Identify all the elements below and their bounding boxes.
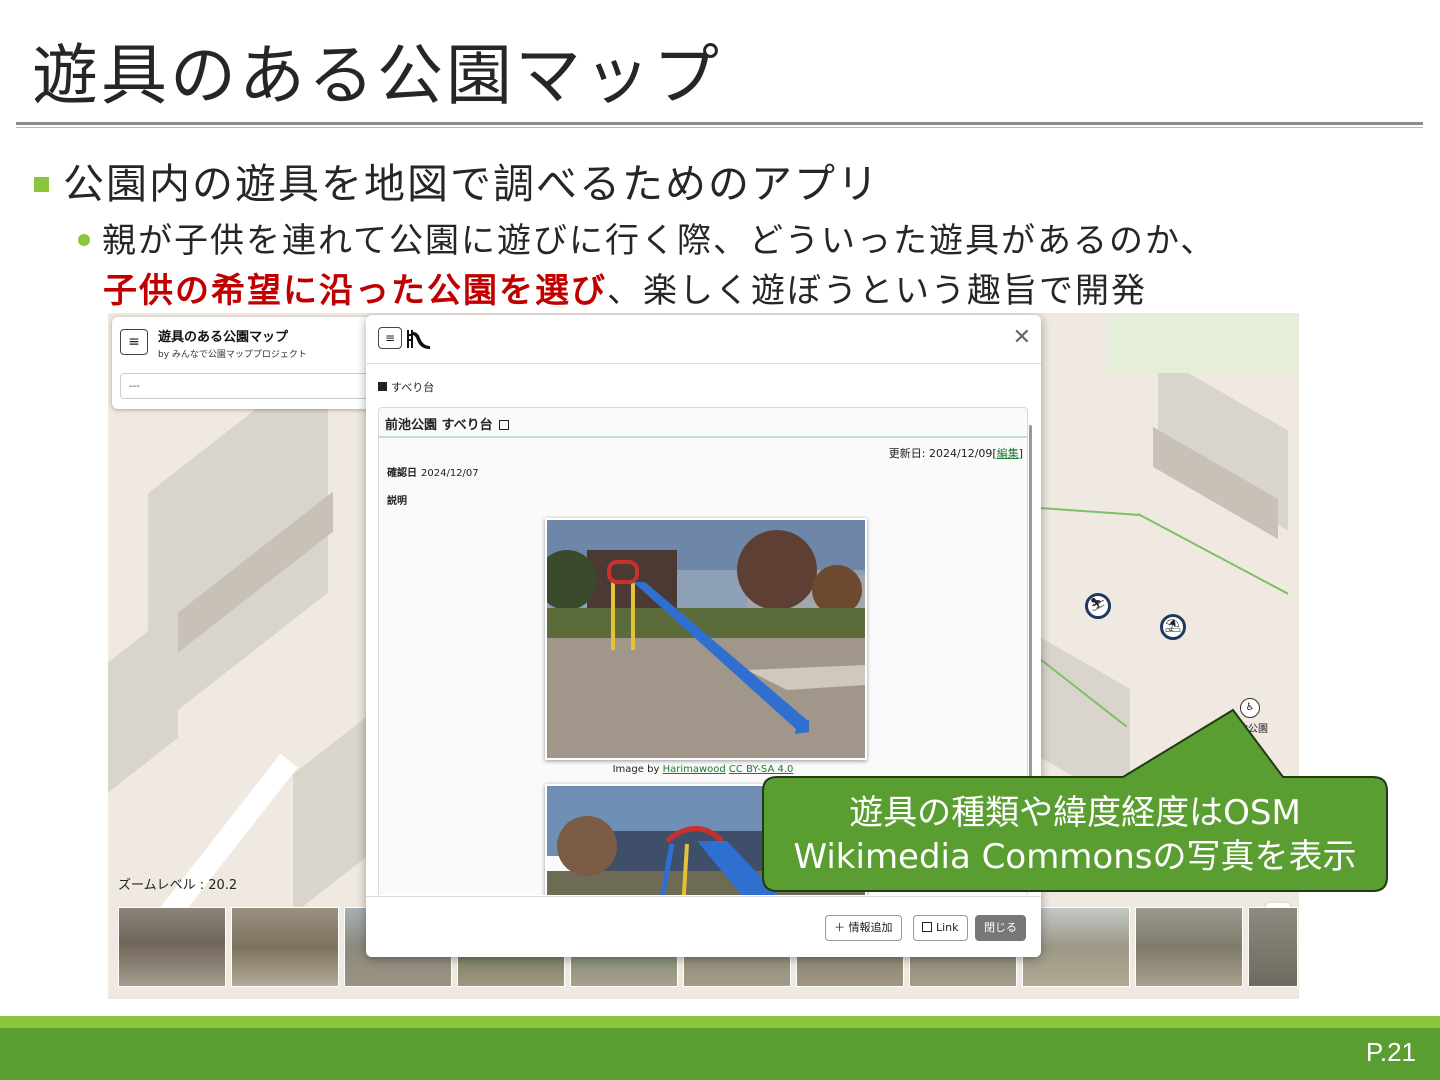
dot-bullet-icon [78, 234, 90, 246]
confirmed-value: 2024/12/07 [421, 468, 479, 479]
updated-date: 更新日: 2024/12/09[編集] [889, 445, 1023, 461]
photo-thumbnail[interactable] [231, 907, 339, 987]
sandbox-marker-icon[interactable]: ⛱ [1160, 614, 1186, 640]
app-screenshot: ≡ 遊具のある公園マップ by みんなで公園マッププロジェクト --- ⛷ ⛱ … [108, 313, 1299, 999]
card-header: 前池公園 すべり台 [379, 408, 1027, 438]
park-icon[interactable]: ♿ [1240, 698, 1260, 718]
footer-accent-band [0, 1016, 1440, 1028]
slide-icon [407, 330, 430, 349]
link-copy-icon [922, 922, 932, 932]
close-button[interactable]: 閉じる [975, 915, 1026, 941]
credit-author-link[interactable]: Harimawood [663, 764, 726, 775]
close-icon[interactable]: ✕ [1013, 327, 1031, 349]
updated-prefix: 更新日: 2024/12/09[ [888, 447, 997, 460]
square-bullet-icon [34, 177, 49, 192]
category-label: すべり台 [391, 381, 435, 394]
title-divider-thin [16, 127, 1423, 128]
link-label: Link [936, 921, 959, 934]
confirmed-field: 確認日 2024/12/07 [387, 464, 479, 479]
callout-line2: Wikimedia Commonsの写真を表示 [793, 837, 1357, 877]
card-title: 前池公園 すべり台 [385, 414, 509, 433]
bullet2-rest: 、楽しく遊ぼうという趣旨で開発 [607, 271, 1147, 311]
photo-thumbnail[interactable] [118, 907, 226, 987]
zoom-level-readout: ズームレベル : 20.2 [118, 878, 238, 893]
footer-bar [0, 1028, 1440, 1080]
category-square-icon [378, 382, 387, 391]
title-divider [16, 122, 1423, 125]
bullet1-text: 公園内の遊具を地図で調べるためのアプリ [63, 160, 880, 208]
slide-photo[interactable] [545, 518, 867, 760]
slide-title: 遊具のある公園マップ [32, 37, 722, 114]
description-label: 説明 [387, 496, 407, 507]
description-field: 説明 [387, 492, 411, 507]
page-number: P.21 [1365, 1037, 1416, 1067]
bullet-level1: 公園内の遊具を地図で調べるためのアプリ [34, 150, 880, 210]
photo-thumbnail[interactable] [1135, 907, 1243, 987]
callout-line1: 遊具の種類や緯度経度はOSM [849, 793, 1301, 833]
photo-thumbnail[interactable] [1248, 907, 1298, 987]
add-info-button[interactable]: ＋ 情報追加 [825, 915, 902, 941]
bullet-level2: 親が子供を連れて公園に遊びに行く際、どういった遊具があるのか、 子供の希望に沿っ… [78, 216, 1216, 316]
category-line: すべり台 [378, 379, 434, 395]
modal-header: ≡ ✕ [366, 315, 1041, 364]
updated-suffix: ] [1018, 447, 1023, 460]
callout-text: 遊具の種類や緯度経度はOSM Wikimedia Commonsの写真を表示 [763, 791, 1387, 879]
modal-menu-icon[interactable]: ≡ [378, 327, 402, 349]
link-button[interactable]: Link [913, 915, 968, 941]
card-title-text: 前池公園 すべり台 [385, 418, 493, 433]
slide-photo-image [547, 520, 865, 758]
edit-link[interactable]: 編集 [997, 447, 1019, 460]
add-info-label: 情報追加 [848, 921, 893, 934]
app-header-panel: ≡ 遊具のある公園マップ by みんなで公園マッププロジェクト --- [112, 317, 382, 409]
park-select[interactable]: --- [120, 373, 370, 399]
callout-bubble: 遊具の種類や緯度経度はOSM Wikimedia Commonsの写真を表示 [762, 708, 1388, 892]
confirmed-label: 確認日 [387, 468, 417, 479]
slide-marker-icon[interactable]: ⛷ [1085, 593, 1111, 619]
credit-prefix: Image by [612, 764, 663, 775]
bullet2-line1: 親が子供を連れて公園に遊びに行く際、どういった遊具があるのか、 [102, 221, 1217, 261]
modal-footer: ＋ 情報追加 Link 閉じる [366, 896, 1041, 957]
menu-icon[interactable]: ≡ [120, 329, 148, 355]
app-title: 遊具のある公園マップ [158, 330, 289, 345]
app-subtitle: by みんなで公園マッププロジェクト [158, 350, 307, 360]
bullet2-emphasis: 子供の希望に沿った公園を選び [103, 271, 607, 311]
copy-icon[interactable] [498, 420, 509, 430]
